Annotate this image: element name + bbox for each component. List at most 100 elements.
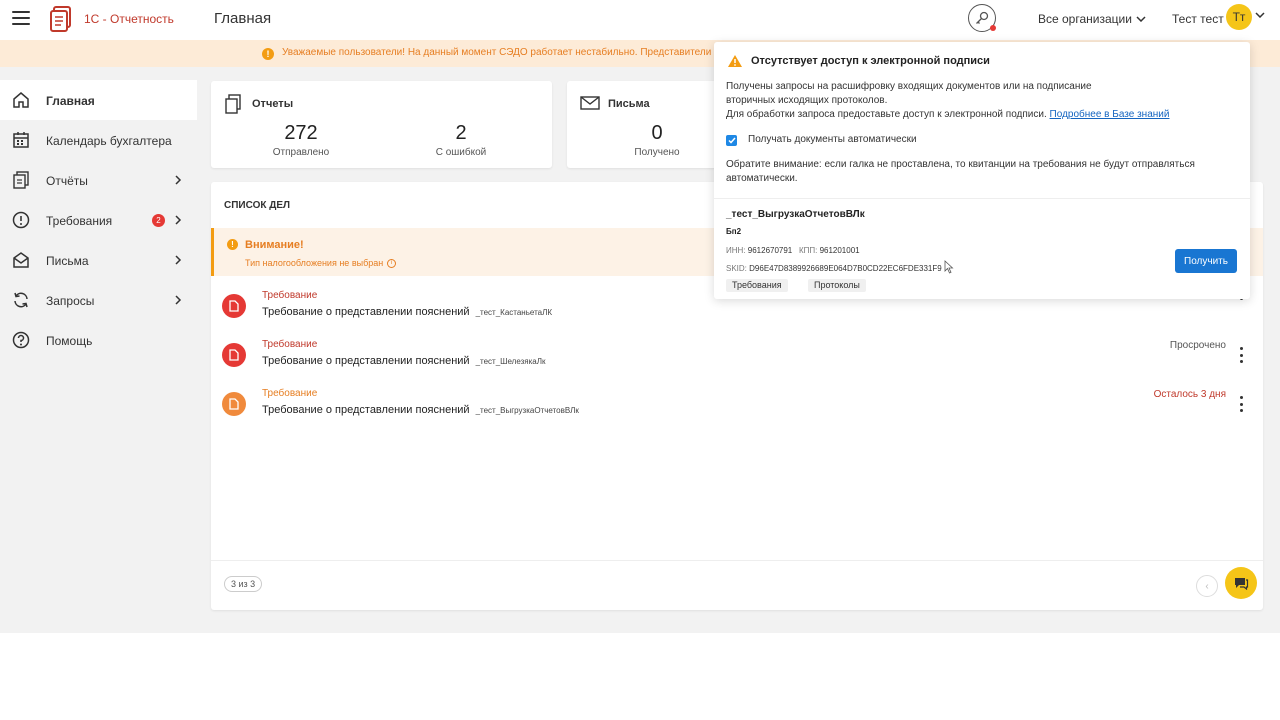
skid-label: SKID: <box>726 264 747 273</box>
sidebar-item-label: Запросы <box>46 294 95 308</box>
inn-label: ИНН: <box>726 246 746 255</box>
task-type: Требование <box>262 388 318 399</box>
info-icon[interactable]: i <box>387 258 397 268</box>
task-title: Требование о представлении пояснений _тес… <box>262 404 579 416</box>
chevron-down-icon <box>1136 16 1146 22</box>
sidebar-item-help[interactable]: Помощь <box>0 320 197 360</box>
sidebar: Главная Календарь бухгалтера Отчёты Треб… <box>0 80 197 360</box>
sidebar-item-reports[interactable]: Отчёты <box>0 160 197 200</box>
letters-card[interactable]: Письма 0 Получено <box>567 81 727 168</box>
sidebar-item-label: Отчёты <box>46 174 88 188</box>
reports-card[interactable]: Отчеты 272 Отправлено 2 С ошибкой <box>211 81 552 168</box>
popup-org-inn-kpp: ИНН: 9612670791 КПП: 961201001 <box>726 246 860 255</box>
letters-received-value: 0 <box>651 122 663 144</box>
document-icon <box>222 392 246 416</box>
more-options-icon[interactable] <box>1239 347 1243 363</box>
reports-error-label: С ошибкой <box>435 147 487 158</box>
knowledge-base-link[interactable]: Подробнее в Базе знаний <box>1050 109 1170 120</box>
task-title-text: Требование о представлении пояснений <box>262 404 470 416</box>
checkmark-icon <box>727 137 736 144</box>
sidebar-item-label: Письма <box>46 254 89 268</box>
task-row[interactable]: Требование Требование о представлении по… <box>211 335 1263 384</box>
task-list-title: СПИСОК ДЕЛ <box>224 200 291 211</box>
organization-select-label: Все организации <box>1038 12 1132 26</box>
popup-org-name: _тест_ВыгрузкаОтчетовВЛк <box>726 209 865 220</box>
task-status: Просрочено <box>1169 340 1226 351</box>
chevron-right-icon <box>175 295 182 305</box>
warning-icon: ! <box>262 48 274 60</box>
chevron-right-icon <box>175 215 182 225</box>
chevron-right-icon <box>175 175 182 185</box>
popup-note-line: автоматически. <box>726 173 798 184</box>
popup-text-line: вторичных исходящих протоколов. <box>726 95 888 106</box>
prev-page-button[interactable]: ‹ <box>1196 575 1218 597</box>
app-header: 1С - Отчетность Главная Все организации … <box>0 0 1280 40</box>
alert-circle-icon <box>12 211 30 229</box>
sidebar-item-letters[interactable]: Письма <box>0 240 197 280</box>
task-org: _тест_ШелезякаЛк <box>475 357 546 366</box>
sidebar-item-label: Требования <box>46 214 113 228</box>
popup-text-line: Для обработки запроса предоставьте досту… <box>726 108 1206 122</box>
task-title: Требование о представлении пояснений _тес… <box>262 306 552 318</box>
notification-dot <box>990 25 996 31</box>
demands-count-badge: 2 <box>152 214 165 227</box>
mouse-cursor-icon <box>944 260 954 274</box>
key-button[interactable] <box>968 4 996 32</box>
task-org: _тест_КастаньетаЛК <box>475 308 552 317</box>
task-title-text: Требование о представлении пояснений <box>262 355 470 367</box>
avatar[interactable]: Тт <box>1226 4 1252 30</box>
reports-error-value: 2 <box>455 122 467 144</box>
logo-text[interactable]: 1С - Отчетность <box>84 12 174 26</box>
popup-text: Получены запросы на расшифровку входящих… <box>726 80 1206 122</box>
calendar-icon <box>13 132 29 148</box>
sidebar-item-label: Главная <box>46 94 95 108</box>
document-icon <box>222 343 246 367</box>
refresh-icon <box>14 292 28 308</box>
reports-icon <box>225 94 241 114</box>
chat-icon <box>1235 578 1249 590</box>
chat-button[interactable] <box>1225 567 1257 599</box>
task-row[interactable]: Требование Требование о представлении по… <box>211 384 1263 433</box>
user-menu-chevron-icon[interactable] <box>1255 12 1265 18</box>
popup-note: Обратите внимание: если галка не простав… <box>726 158 1206 186</box>
alert-text-label: Тип налогообложения не выбран <box>245 258 384 268</box>
sidebar-item-home[interactable]: Главная <box>0 80 197 120</box>
sidebar-item-label: Помощь <box>46 334 93 348</box>
more-options-icon[interactable] <box>1239 396 1243 412</box>
task-type: Требование <box>262 339 318 350</box>
sidebar-item-demands[interactable]: Требования 2 <box>0 200 197 240</box>
organization-select[interactable]: Все организации <box>1038 12 1146 26</box>
document-icon <box>222 294 246 318</box>
task-list-divider <box>211 560 1263 561</box>
popup-org-sub: Бп2 <box>726 227 742 236</box>
letters-card-title: Письма <box>608 98 650 110</box>
warning-icon: ! <box>227 239 238 250</box>
auto-receive-checkbox[interactable] <box>726 135 737 146</box>
popup-title: Отсутствует доступ к электронной подписи <box>751 55 990 67</box>
notice-banner-text: Уважаемые пользователи! На данный момент… <box>282 47 712 58</box>
alert-title: Внимание! <box>245 239 304 251</box>
alert-text: Тип налогообложения не выбран i <box>245 258 397 268</box>
sidebar-item-requests[interactable]: Запросы <box>0 280 197 320</box>
pager-count: 3 из 3 <box>224 576 263 592</box>
warning-icon <box>728 55 742 67</box>
task-type: Требование <box>262 290 318 301</box>
task-title: Требование о представлении пояснений _тес… <box>262 355 546 367</box>
get-button[interactable]: Получить <box>1175 249 1237 273</box>
letters-received-label: Получено <box>634 147 680 158</box>
popup-text-line: Получены запросы на расшифровку входящих… <box>726 81 1092 92</box>
tag-demands[interactable]: Требования <box>726 279 788 292</box>
popup-text-line-main: Для обработки запроса предоставьте досту… <box>726 109 1047 120</box>
sidebar-item-calendar[interactable]: Календарь бухгалтера <box>0 120 197 160</box>
key-icon <box>976 11 989 24</box>
auto-receive-label[interactable]: Получать документы автоматически <box>748 134 917 145</box>
hamburger-icon[interactable] <box>12 11 30 25</box>
task-title-text: Требование о представлении пояснений <box>262 306 470 318</box>
task-org: _тест_ВыгрузкаОтчетовВЛк <box>475 406 579 415</box>
tag-protocols[interactable]: Протоколы <box>808 279 866 292</box>
page-title: Главная <box>214 10 272 27</box>
user-name[interactable]: Тест тест <box>1172 12 1224 26</box>
logo-icon[interactable] <box>49 5 75 33</box>
mail-icon <box>580 96 600 110</box>
reports-sent-label: Отправлено <box>272 147 330 158</box>
